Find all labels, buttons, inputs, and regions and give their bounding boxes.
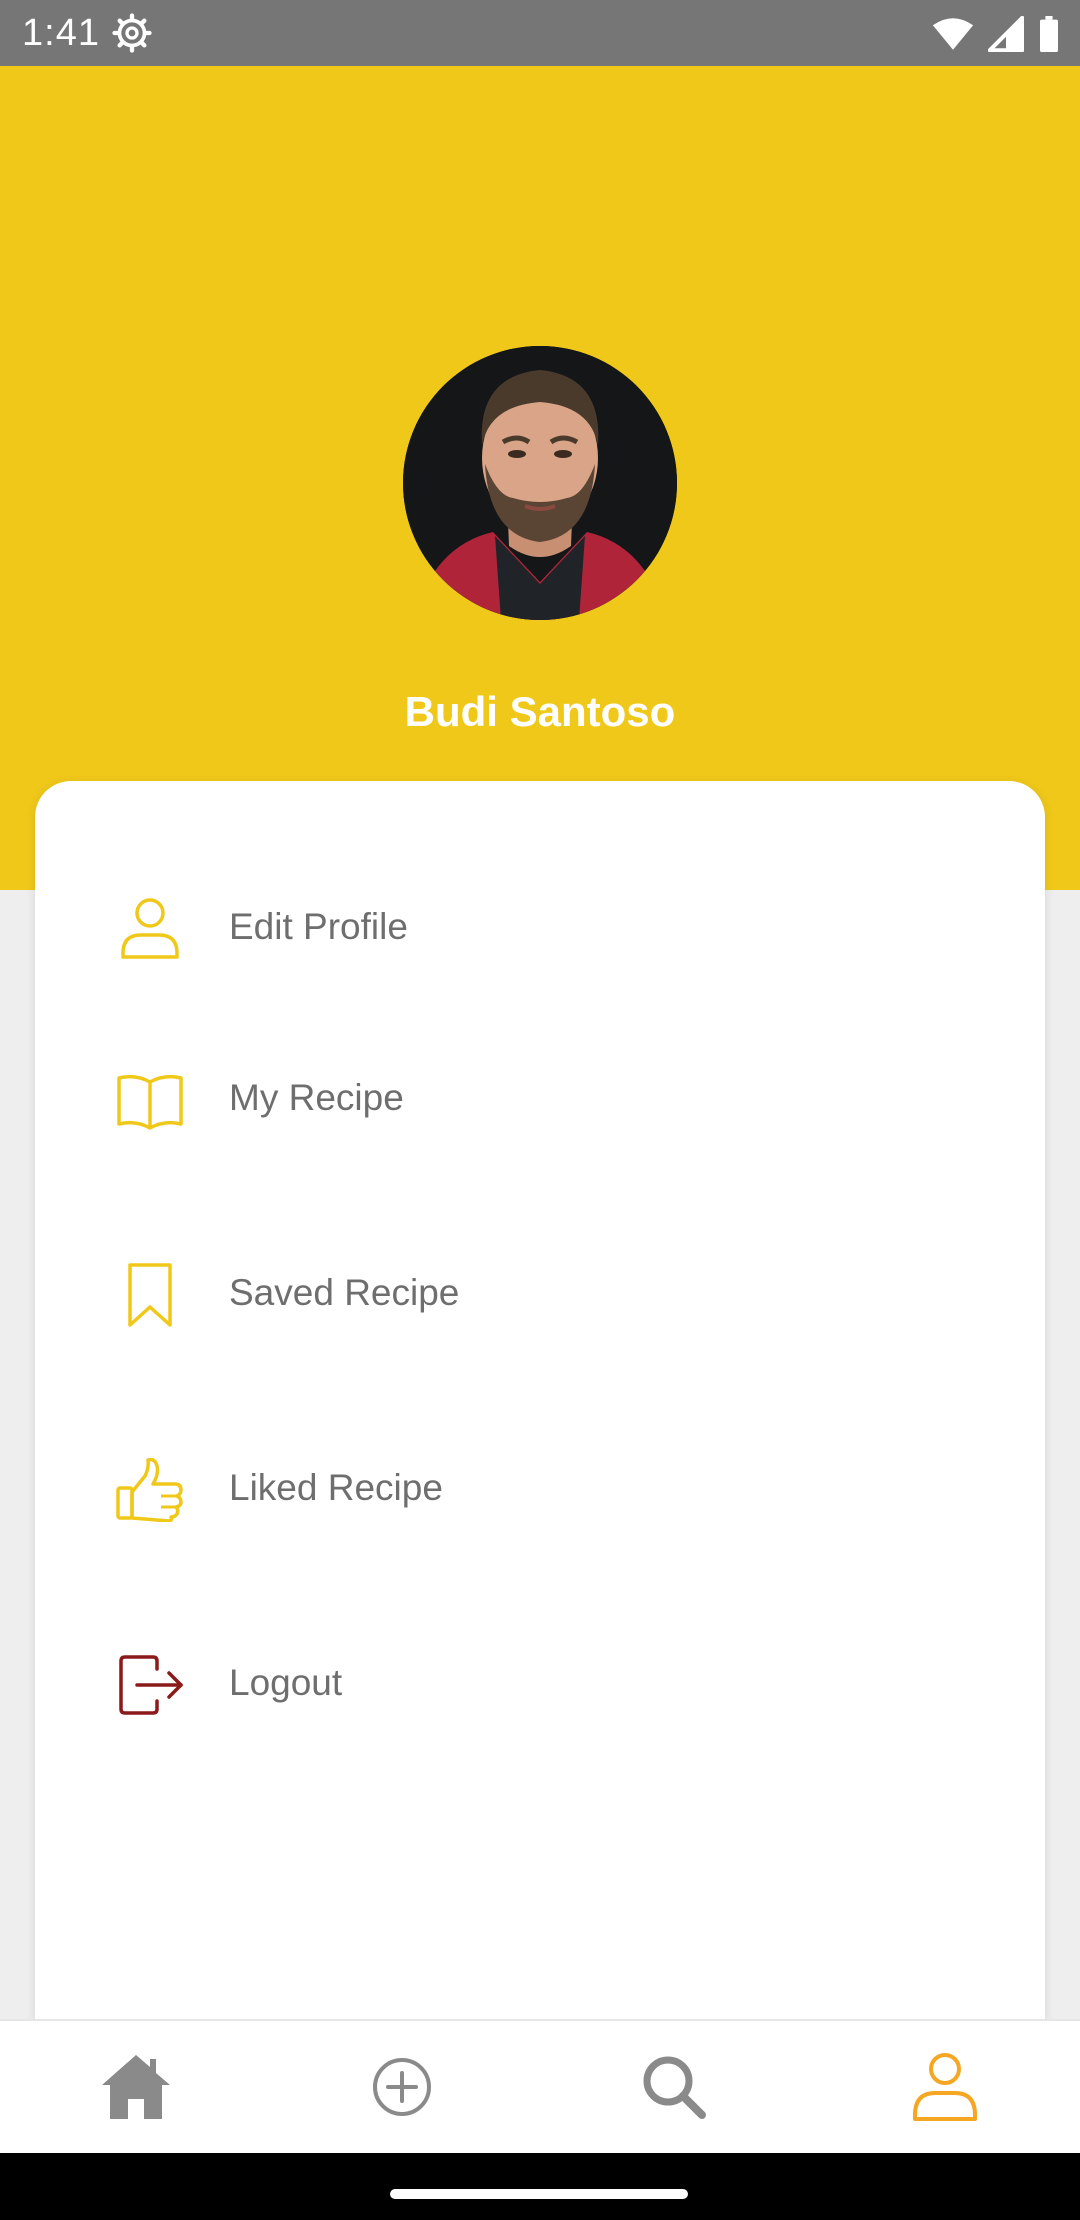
menu-item-label: Edit Profile <box>229 906 408 947</box>
wifi-icon <box>932 18 974 50</box>
user-icon <box>121 898 179 959</box>
user-name: Budi Santoso <box>404 688 676 735</box>
profile-photo <box>403 346 677 620</box>
avatar[interactable] <box>403 346 677 620</box>
battery-icon <box>1040 16 1058 52</box>
home-icon[interactable] <box>100 2051 172 2123</box>
menu-item-label: Saved Recipe <box>229 1272 460 1313</box>
status-time: 1:41 <box>22 12 100 54</box>
open-book-icon <box>117 1074 183 1130</box>
cell-signal-icon <box>988 16 1024 52</box>
profile-menu-card: Edit Profile My Recipe Saved Recipe Like… <box>35 781 1045 2021</box>
status-bar: 1:41 <box>0 0 1080 66</box>
add-circle-icon[interactable] <box>366 2051 438 2123</box>
menu-item-label: My Recipe <box>229 1077 404 1118</box>
search-icon[interactable] <box>638 2051 710 2123</box>
menu-item-label: Logout <box>229 1662 343 1703</box>
profile-header: Budi Santoso <box>0 66 1080 890</box>
home-gesture-handle[interactable] <box>390 2189 688 2199</box>
menu-item-edit-profile[interactable]: Edit Profile <box>35 869 1045 989</box>
menu-item-label: Liked Recipe <box>229 1467 443 1508</box>
bookmark-icon <box>128 1263 172 1327</box>
profile-icon[interactable] <box>909 2051 981 2123</box>
menu-item-saved-recipe[interactable]: Saved Recipe <box>35 1235 1045 1355</box>
menu-item-my-recipe[interactable]: My Recipe <box>35 1040 1045 1160</box>
system-gesture-bar <box>0 2153 1080 2220</box>
thumbs-up-icon <box>116 1458 183 1522</box>
status-icons <box>932 14 1060 54</box>
menu-item-liked-recipe[interactable]: Liked Recipe <box>35 1430 1045 1550</box>
settings-gear-icon <box>112 13 152 53</box>
bottom-navigation <box>0 2019 1080 2155</box>
logout-icon <box>119 1655 183 1715</box>
menu-item-logout[interactable]: Logout <box>35 1625 1045 1745</box>
